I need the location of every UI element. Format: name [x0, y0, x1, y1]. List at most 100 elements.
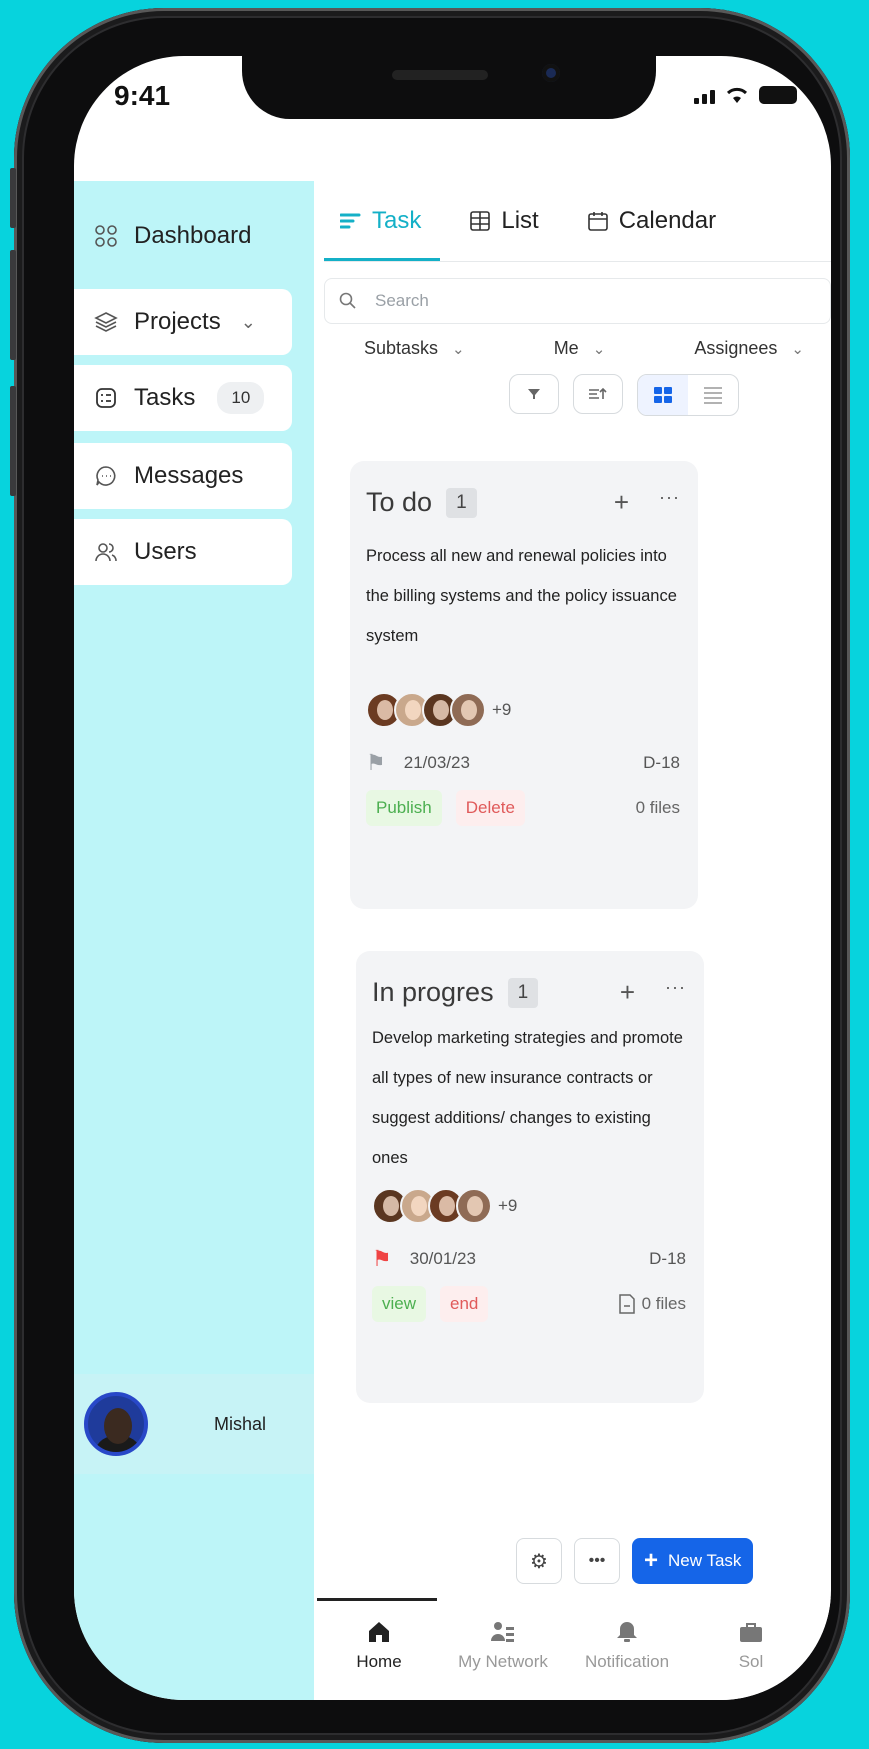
- search-icon: [339, 292, 356, 309]
- nav-sol[interactable]: Sol: [689, 1618, 813, 1672]
- task-description: Process all new and renewal policies int…: [366, 547, 677, 645]
- grid-view-button[interactable]: [638, 375, 688, 415]
- sidebar-item-dashboard[interactable]: Dashboard: [74, 203, 292, 269]
- column-count: 1: [507, 977, 539, 1008]
- status-icons: [694, 86, 797, 104]
- file-icon: [618, 1294, 635, 1314]
- search-bar[interactable]: [324, 278, 831, 324]
- avatar[interactable]: [84, 1392, 148, 1456]
- tab-label: Task: [372, 207, 422, 234]
- sidebar-item-label: Messages: [134, 462, 244, 489]
- sort-button[interactable]: [573, 374, 623, 414]
- nav-label: Notification: [584, 1652, 670, 1671]
- chevron-down-icon: ⌄: [592, 341, 606, 358]
- task-code: D-18: [643, 753, 680, 772]
- tasks-icon: [94, 386, 118, 410]
- nav-label: Sol: [738, 1652, 764, 1671]
- chevron-down-icon: ⌄: [240, 311, 256, 332]
- network-icon: [491, 1622, 514, 1642]
- list-table-icon: [470, 211, 491, 231]
- side-button: [10, 250, 16, 360]
- task-code: D-18: [649, 1249, 686, 1268]
- avatar: [456, 1188, 492, 1224]
- battery-icon: [759, 86, 797, 104]
- due-date: 30/01/23: [409, 1249, 476, 1268]
- side-button: [10, 168, 16, 228]
- settings-button[interactable]: ⚙: [516, 1538, 562, 1584]
- divider: [324, 261, 831, 262]
- filter-button[interactable]: [509, 374, 559, 414]
- view-tabs: Task List Calendar: [324, 181, 831, 261]
- nav-my-network[interactable]: My Network: [441, 1618, 565, 1672]
- more-icon[interactable]: ···: [665, 977, 686, 1008]
- calendar-icon: [587, 212, 608, 231]
- task-description: Develop marketing strategies and promote…: [372, 1029, 683, 1167]
- tab-task[interactable]: Task: [340, 207, 421, 235]
- new-task-button[interactable]: + New Task: [632, 1538, 754, 1584]
- tab-label: List: [501, 207, 539, 234]
- nav-label: Home: [356, 1652, 402, 1671]
- users-icon: [94, 540, 118, 564]
- board-actions: ⚙ ••• + New Task: [516, 1538, 754, 1584]
- extra-assignees-count: +9: [492, 700, 512, 719]
- grid-icon: [654, 387, 672, 403]
- layout-switch: [637, 374, 739, 416]
- publish-button[interactable]: Publish: [366, 790, 442, 826]
- list-lines-icon: [704, 387, 722, 404]
- signal-icon: [694, 86, 715, 104]
- board-tools: [509, 374, 739, 416]
- assignee-avatars[interactable]: +9: [366, 692, 680, 728]
- front-camera: [542, 64, 560, 82]
- chevron-down-icon: ⌄: [452, 341, 465, 358]
- tab-list[interactable]: List: [469, 207, 539, 235]
- delete-button[interactable]: Delete: [455, 790, 525, 826]
- assignee-avatars[interactable]: +9: [372, 1188, 686, 1224]
- briefcase-icon: [740, 1623, 762, 1642]
- sidebar-item-tasks[interactable]: Tasks 10: [74, 365, 292, 431]
- add-task-icon[interactable]: +: [620, 977, 635, 1008]
- add-task-icon[interactable]: +: [614, 487, 629, 518]
- plus-icon: +: [644, 1547, 659, 1574]
- sidebar-item-messages[interactable]: Messages: [74, 443, 292, 509]
- sidebar-item-label: Tasks: [134, 384, 196, 411]
- me-filter[interactable]: Me ⌄: [554, 338, 606, 359]
- notch: [242, 56, 656, 119]
- sidebar-item-users[interactable]: Users: [74, 519, 292, 585]
- more-options-button[interactable]: •••: [574, 1538, 620, 1584]
- column-title: To do: [366, 487, 433, 517]
- extra-assignees-count: +9: [498, 1196, 518, 1215]
- assignees-filter[interactable]: Assignees ⌄: [694, 338, 804, 359]
- wifi-icon: [726, 87, 748, 103]
- nav-label: My Network: [458, 1652, 548, 1671]
- sidebar-item-label: Dashboard: [134, 222, 252, 249]
- filter-bar: Subtasks ⌄ Me ⌄ Assignees ⌄: [364, 338, 804, 359]
- sidebar-item-projects[interactable]: Projects ⌄: [74, 289, 292, 355]
- bell-icon: [617, 1622, 637, 1642]
- tab-label: Calendar: [618, 207, 717, 234]
- subtasks-filter[interactable]: Subtasks ⌄: [364, 338, 465, 359]
- filter-label: Assignees: [694, 338, 778, 358]
- nav-home[interactable]: Home: [317, 1618, 441, 1672]
- user-profile[interactable]: Mishal: [74, 1374, 314, 1474]
- more-icon[interactable]: ···: [659, 487, 680, 518]
- list-view-button[interactable]: [688, 375, 738, 415]
- files-count: 0 files: [618, 1294, 686, 1314]
- board-column-in-progress: In progres 1 + ··· Develop marketing str…: [356, 951, 704, 1403]
- tab-calendar[interactable]: Calendar: [587, 207, 716, 235]
- search-input[interactable]: [375, 291, 755, 311]
- column-title: In progres: [372, 977, 494, 1007]
- home-icon: [369, 1622, 389, 1642]
- sidebar-item-label: Projects: [134, 308, 221, 335]
- board-column-todo: To do 1 + ··· Process all new and renewa…: [350, 461, 698, 909]
- view-button[interactable]: view: [372, 1286, 427, 1322]
- speaker: [392, 70, 488, 80]
- end-button[interactable]: end: [440, 1286, 489, 1322]
- nav-notification[interactable]: Notification: [565, 1618, 689, 1672]
- dashboard-grid-icon: [94, 224, 118, 248]
- funnel-icon: [528, 389, 540, 399]
- phone-screen: 9:41 Dashboard Projects ⌄ Tasks 10 Messa…: [74, 56, 831, 1700]
- user-name: Mishal: [214, 1414, 267, 1434]
- files-label: 0 files: [641, 1294, 686, 1313]
- new-task-label: New Task: [668, 1551, 742, 1570]
- files-count: 0 files: [636, 798, 680, 818]
